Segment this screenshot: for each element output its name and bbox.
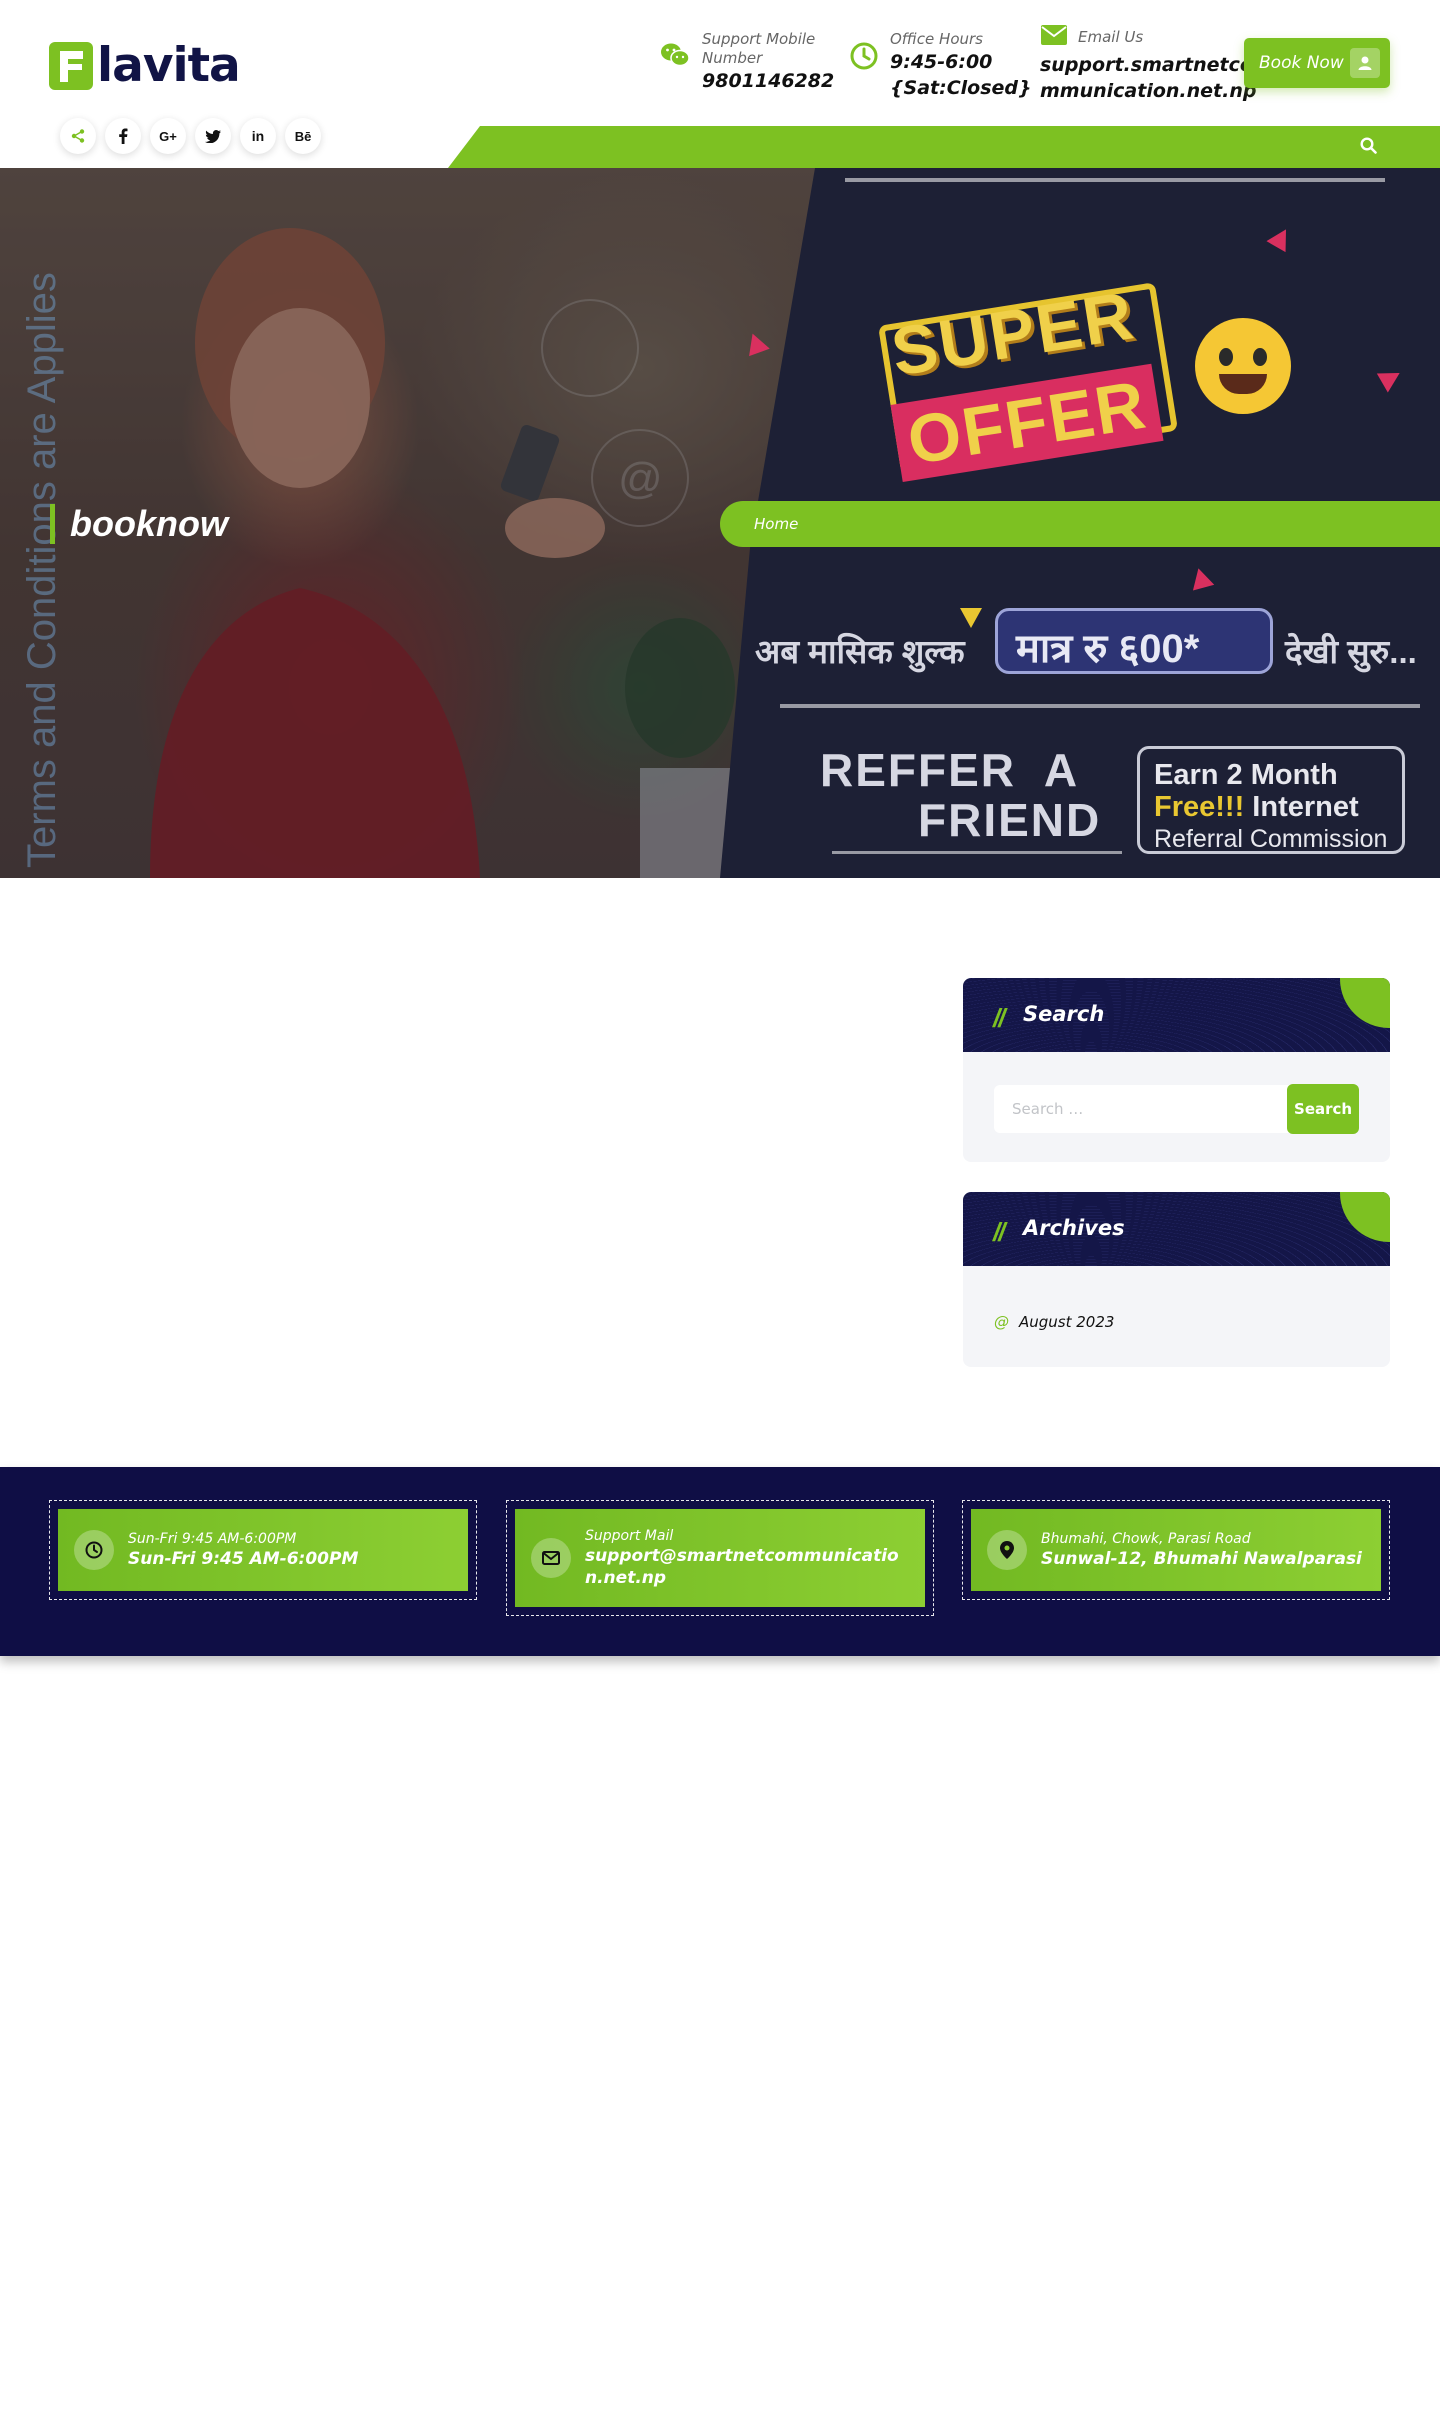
user-icon bbox=[1350, 48, 1380, 78]
site-logo[interactable]: lavita bbox=[49, 38, 241, 93]
footer-card-inner: Support Mail support@smartnetcommunicati… bbox=[515, 1509, 925, 1607]
footer-card-inner: Bhumahi, Chowk, Parasi Road Sunwal-12, B… bbox=[971, 1509, 1381, 1591]
footer-hours-small: Sun-Fri 9:45 AM-6:00PM bbox=[128, 1531, 297, 1547]
behance-icon[interactable]: Bē bbox=[285, 118, 321, 154]
footer-mail-small: Support Mail bbox=[585, 1528, 674, 1544]
office-hours-label: Office Hours bbox=[890, 30, 983, 48]
earn-line1-text: Earn 2 Month bbox=[1154, 759, 1338, 791]
book-now-label: Book Now bbox=[1259, 53, 1344, 73]
confetti-shape bbox=[960, 608, 982, 628]
twitter-icon[interactable] bbox=[195, 118, 231, 154]
refer-line1-text: REFFER A bbox=[820, 744, 1080, 796]
share-icon[interactable] bbox=[60, 118, 96, 154]
footer-hours-card: Sun-Fri 9:45 AM-6:00PM Sun-Fri 9:45 AM-6… bbox=[49, 1500, 477, 1600]
at-sign-icon: @ bbox=[994, 1313, 1009, 1331]
search-form: Search bbox=[994, 1084, 1359, 1134]
earn-free-text: Free!!! bbox=[1154, 791, 1245, 823]
footer-address-small: Bhumahi, Chowk, Parasi Road bbox=[1041, 1531, 1251, 1547]
footer-address-card: Bhumahi, Chowk, Parasi Road Sunwal-12, B… bbox=[962, 1500, 1390, 1600]
support-phone-value[interactable]: 9801146282 bbox=[702, 68, 834, 94]
logo-text: lavita bbox=[97, 38, 241, 93]
earn-line3-text: Referral Commission bbox=[1154, 825, 1388, 853]
book-now-button[interactable]: Book Now bbox=[1244, 38, 1390, 88]
footer-hours-big: Sun-Fri 9:45 AM-6:00PM bbox=[128, 1549, 359, 1569]
social-links: G+ in Bē bbox=[60, 118, 321, 154]
price-pill: मात्र रु ६00* bbox=[995, 608, 1273, 674]
email-label: Email Us bbox=[1078, 27, 1144, 46]
double-slash-icon: // bbox=[993, 1217, 1006, 1247]
support-phone-label: Support Mobile Number bbox=[702, 30, 816, 67]
page-title: booknow bbox=[70, 503, 228, 544]
archives-widget: // Archives @ August 2023 bbox=[963, 1192, 1390, 1367]
archive-link[interactable]: @ August 2023 bbox=[994, 1313, 1114, 1331]
search-submit-button[interactable]: Search bbox=[1287, 1084, 1359, 1134]
office-hours-block: Office Hours 9:45-6:00 {Sat:Closed} bbox=[850, 30, 1032, 101]
map-marker-icon bbox=[987, 1530, 1027, 1570]
support-phone-block: Support Mobile Number 9801146282 bbox=[660, 30, 834, 94]
page-title-wrap: booknow bbox=[50, 504, 228, 544]
footer-contact-bar: Sun-Fri 9:45 AM-6:00PM Sun-Fri 9:45 AM-6… bbox=[0, 1467, 1440, 1656]
nepali-price-text: मात्र रु ६00* bbox=[1016, 627, 1200, 671]
linkedin-icon[interactable]: in bbox=[240, 118, 276, 154]
search-widget: // Search Search bbox=[963, 978, 1390, 1162]
footer-mail-card: Support Mail support@smartnetcommunicati… bbox=[506, 1500, 934, 1616]
footer-card-inner: Sun-Fri 9:45 AM-6:00PM Sun-Fri 9:45 AM-6… bbox=[58, 1509, 468, 1591]
archives-widget-header: // Archives bbox=[963, 1192, 1390, 1266]
email-value-line1[interactable]: support.smartnetco bbox=[1040, 52, 1256, 78]
clock-icon bbox=[850, 42, 878, 74]
smiley-emoji-icon bbox=[1195, 318, 1291, 414]
nepali-monthly-fee-text: अब मासिक शुल्क bbox=[755, 633, 965, 670]
terms-vertical-text: Terms and Conditions are Applies bbox=[20, 272, 64, 868]
wechat-icon bbox=[660, 42, 690, 72]
nav-bar bbox=[448, 126, 1440, 168]
search-widget-header: // Search bbox=[963, 978, 1390, 1052]
search-icon[interactable] bbox=[1360, 137, 1377, 158]
envelope-icon bbox=[531, 1538, 571, 1578]
double-slash-icon: // bbox=[993, 1003, 1006, 1033]
search-widget-title: Search bbox=[1023, 1002, 1105, 1026]
earn-internet-text: Internet bbox=[1244, 791, 1359, 823]
earn-line2: Free!!! Internet bbox=[1154, 791, 1359, 824]
google-plus-icon[interactable]: G+ bbox=[150, 118, 186, 154]
nepali-starting-text: देखी सुरु... bbox=[1285, 633, 1417, 670]
office-hours-closed: {Sat:Closed} bbox=[890, 77, 1032, 99]
office-hours-value: 9:45-6:00 bbox=[890, 51, 993, 73]
envelope-icon bbox=[1040, 24, 1068, 50]
logo-f-mark bbox=[49, 41, 93, 90]
breadcrumb-home-link[interactable]: Home bbox=[754, 515, 798, 533]
hero-banner: @ Terms and Conditions are Applies SUPER… bbox=[0, 168, 1440, 878]
breadcrumb: Home bbox=[720, 501, 1440, 547]
email-block: Email Us support.smartnetco mmunication.… bbox=[1040, 24, 1256, 104]
facebook-icon[interactable] bbox=[105, 118, 141, 154]
archives-widget-title: Archives bbox=[1023, 1216, 1125, 1240]
refer-line2-text: FRIEND bbox=[918, 794, 1102, 846]
search-input[interactable] bbox=[994, 1085, 1312, 1133]
footer-address-big: Sunwal-12, Bhumahi Nawalparasi bbox=[1041, 1549, 1362, 1569]
archive-link-label: August 2023 bbox=[1019, 1313, 1115, 1331]
site-header: lavita Support Mobile Number 9801146282 … bbox=[0, 0, 1440, 168]
promo-divider-middle bbox=[780, 704, 1420, 708]
referral-commission-box: Earn 2 Month Free!!! Internet Referral C… bbox=[1137, 746, 1405, 854]
footer-mail-address[interactable]: support@smartnetcommunication.net.np bbox=[585, 1545, 905, 1589]
promo-divider-top bbox=[845, 178, 1385, 182]
refer-underline bbox=[832, 851, 1122, 854]
clock-icon bbox=[74, 1530, 114, 1570]
email-value-line2[interactable]: mmunication.net.np bbox=[1040, 78, 1256, 104]
